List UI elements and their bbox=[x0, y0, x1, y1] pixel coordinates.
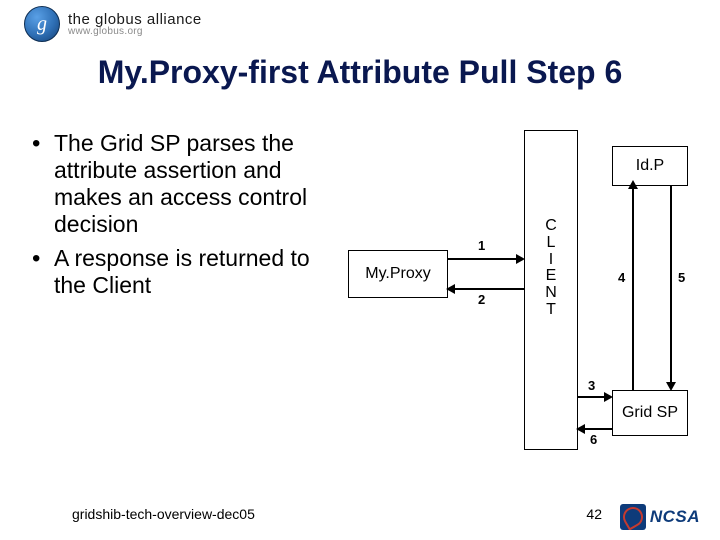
ncsa-brand: NCSA bbox=[620, 504, 700, 530]
footer-left: gridshib-tech-overview-dec05 bbox=[72, 506, 255, 522]
box-idp: Id.P bbox=[612, 146, 688, 186]
arrow-2-label: 2 bbox=[478, 292, 485, 307]
arrow-1-line bbox=[448, 258, 520, 260]
arrow-6-line bbox=[584, 428, 612, 430]
arrow-4-label: 4 bbox=[618, 270, 625, 285]
arrow-5-label: 5 bbox=[678, 270, 685, 285]
arrow-4-head-icon bbox=[628, 180, 638, 189]
globus-logo-icon bbox=[24, 6, 60, 42]
alliance-line1: the globus alliance bbox=[68, 12, 202, 27]
alliance-line2: www.globus.org bbox=[68, 27, 202, 37]
arrow-2-line bbox=[454, 288, 524, 290]
box-myproxy: My.Proxy bbox=[348, 250, 448, 298]
box-gridsp: Grid SP bbox=[612, 390, 688, 436]
arrow-1-head-icon bbox=[516, 254, 525, 264]
arrow-6-label: 6 bbox=[590, 432, 597, 447]
bullet-list: The Grid SP parses the attribute asserti… bbox=[26, 130, 336, 460]
arrow-3-head-icon bbox=[604, 392, 613, 402]
alliance-text: the globus alliance www.globus.org bbox=[68, 12, 202, 37]
ncsa-text: NCSA bbox=[650, 507, 700, 527]
header: the globus alliance www.globus.org bbox=[24, 6, 202, 42]
arrow-5-head-icon bbox=[666, 382, 676, 391]
arrow-2-head-icon bbox=[446, 284, 455, 294]
arrow-1-label: 1 bbox=[478, 238, 485, 253]
diagram: My.Proxy C L I E N T Id.P Grid SP 1 2 bbox=[346, 130, 694, 460]
arrow-3-label: 3 bbox=[588, 378, 595, 393]
slide: the globus alliance www.globus.org My.Pr… bbox=[0, 0, 720, 540]
bullet-item: The Grid SP parses the attribute asserti… bbox=[26, 130, 336, 239]
slide-body: The Grid SP parses the attribute asserti… bbox=[26, 130, 694, 460]
client-label: C L I E N T bbox=[530, 218, 572, 319]
arrow-5-line bbox=[670, 186, 672, 386]
bullet-item: A response is returned to the Client bbox=[26, 245, 336, 299]
ncsa-logo-icon bbox=[620, 504, 646, 530]
slide-title: My.Proxy-first Attribute Pull Step 6 bbox=[0, 54, 720, 91]
page-number: 42 bbox=[586, 506, 602, 522]
arrow-4-line bbox=[632, 186, 634, 390]
arrow-6-head-icon bbox=[576, 424, 585, 434]
